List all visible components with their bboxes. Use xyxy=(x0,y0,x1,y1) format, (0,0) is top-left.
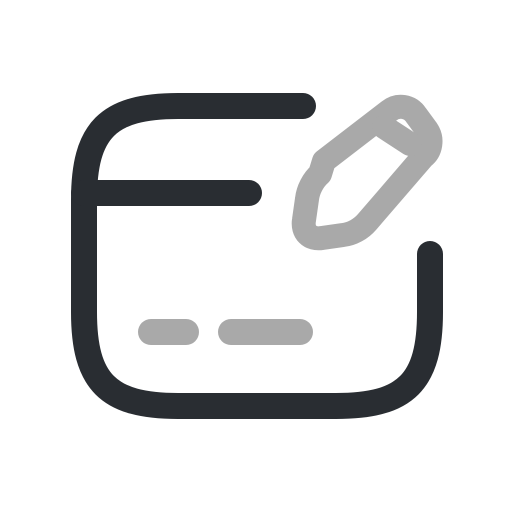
pencil-tip-line xyxy=(372,115,422,156)
card-edit-icon xyxy=(71,93,443,419)
card-outline xyxy=(71,93,443,419)
card-border-path xyxy=(71,93,443,419)
icon-canvas xyxy=(0,0,512,512)
pencil-body xyxy=(291,94,443,251)
pencil-icon xyxy=(291,94,443,251)
